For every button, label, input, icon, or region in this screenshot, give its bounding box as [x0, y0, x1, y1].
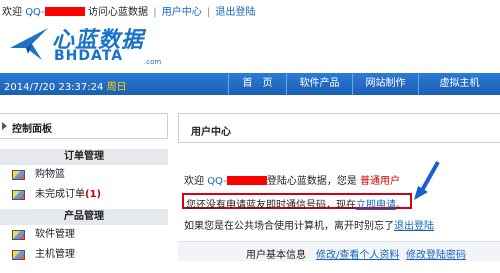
welcome-line: 欢迎 QQ- 登陆心蓝数据，您是 普通用户 [184, 176, 401, 187]
window-icon [12, 170, 25, 180]
im-notice-box: 您还没有申请蓝友即时通信号码，现在立即申请。 [182, 193, 412, 211]
user-center-link[interactable]: 用户中心 [162, 7, 202, 18]
top-greeting-bar: 欢迎 QQ- 访问心蓝数据 | 用户中心 | 退出登陆 [0, 0, 500, 19]
redacted-username [226, 176, 267, 185]
username: QQ- [207, 176, 267, 187]
expand-arrow-icon [2, 122, 7, 130]
datetime-display: 2014/7/20 23:37:24 周日 [4, 82, 127, 93]
sidebar-item-hosting[interactable]: 主机管理 [0, 245, 168, 265]
logout-link[interactable]: 退出登陆 [216, 7, 256, 18]
change-password-link[interactable]: 修改登陆密码 [406, 246, 466, 261]
group-title-orders: 订单管理 [0, 149, 168, 165]
separator: | [153, 7, 157, 18]
bird-logo-icon [10, 28, 48, 60]
window-icon [12, 190, 25, 200]
nav-menu: 首 页 软件产品 网站制作 虚拟主机 [228, 73, 500, 95]
apply-now-link[interactable]: 立即申请 [356, 200, 396, 211]
window-icon [12, 250, 25, 260]
user-level: 普通用户 [360, 176, 401, 187]
page-title: 用户中心 [178, 113, 500, 143]
window-icon [12, 230, 25, 240]
main-navbar: 2014/7/20 23:37:24 周日 首 页 软件产品 网站制作 虚拟主机 [0, 73, 500, 95]
annotation-arrow-icon [414, 161, 440, 200]
separator: | [206, 7, 211, 18]
public-computer-hint: 如果您是在公共场合使用计算机，离开时别忘了退出登陆 [184, 221, 434, 232]
sidebar: 控制面板 订单管理 购物篮 未完成订单 (1) 产品管理 软件管理 主机管理 [0, 113, 168, 273]
nav-hosting[interactable]: 虚拟主机 [418, 73, 500, 95]
main-panel: 用户中心 欢迎 QQ- 登陆心蓝数据，您是 普通用户 您还没有申请蓝友即时通信号码… [178, 113, 500, 273]
username: QQ- [25, 7, 85, 18]
nav-home[interactable]: 首 页 [228, 73, 286, 95]
logo-suffix: .com [144, 58, 162, 66]
site-logo[interactable]: 心蓝数据 BHDATA .com [8, 20, 168, 68]
sidebar-item-pending-orders[interactable]: 未完成订单 (1) [0, 185, 168, 205]
logout-link-inline[interactable]: 退出登陆 [394, 221, 434, 232]
sidebar-item-software[interactable]: 软件管理 [0, 225, 168, 245]
user-info-row: 用户基本信息 修改/查看个人资料 修改登陆密码 [178, 241, 500, 261]
logo-en: BHDATA [54, 48, 124, 64]
user-info-label: 用户基本信息 [246, 250, 306, 261]
nav-web-design[interactable]: 网站制作 [352, 73, 418, 95]
redacted-username [44, 7, 85, 16]
edit-profile-link[interactable]: 修改/查看个人资料 [316, 246, 399, 261]
visit-text: 访问心蓝数据 [88, 7, 149, 18]
sidebar-item-cart[interactable]: 购物篮 [0, 165, 168, 185]
welcome-text: 欢迎 [2, 7, 22, 18]
order-count-badge: (1) [85, 189, 102, 200]
control-panel-header[interactable]: 控制面板 [0, 113, 168, 139]
nav-software[interactable]: 软件产品 [286, 73, 352, 95]
group-title-products: 产品管理 [0, 209, 168, 225]
weekday: 周日 [106, 82, 127, 93]
